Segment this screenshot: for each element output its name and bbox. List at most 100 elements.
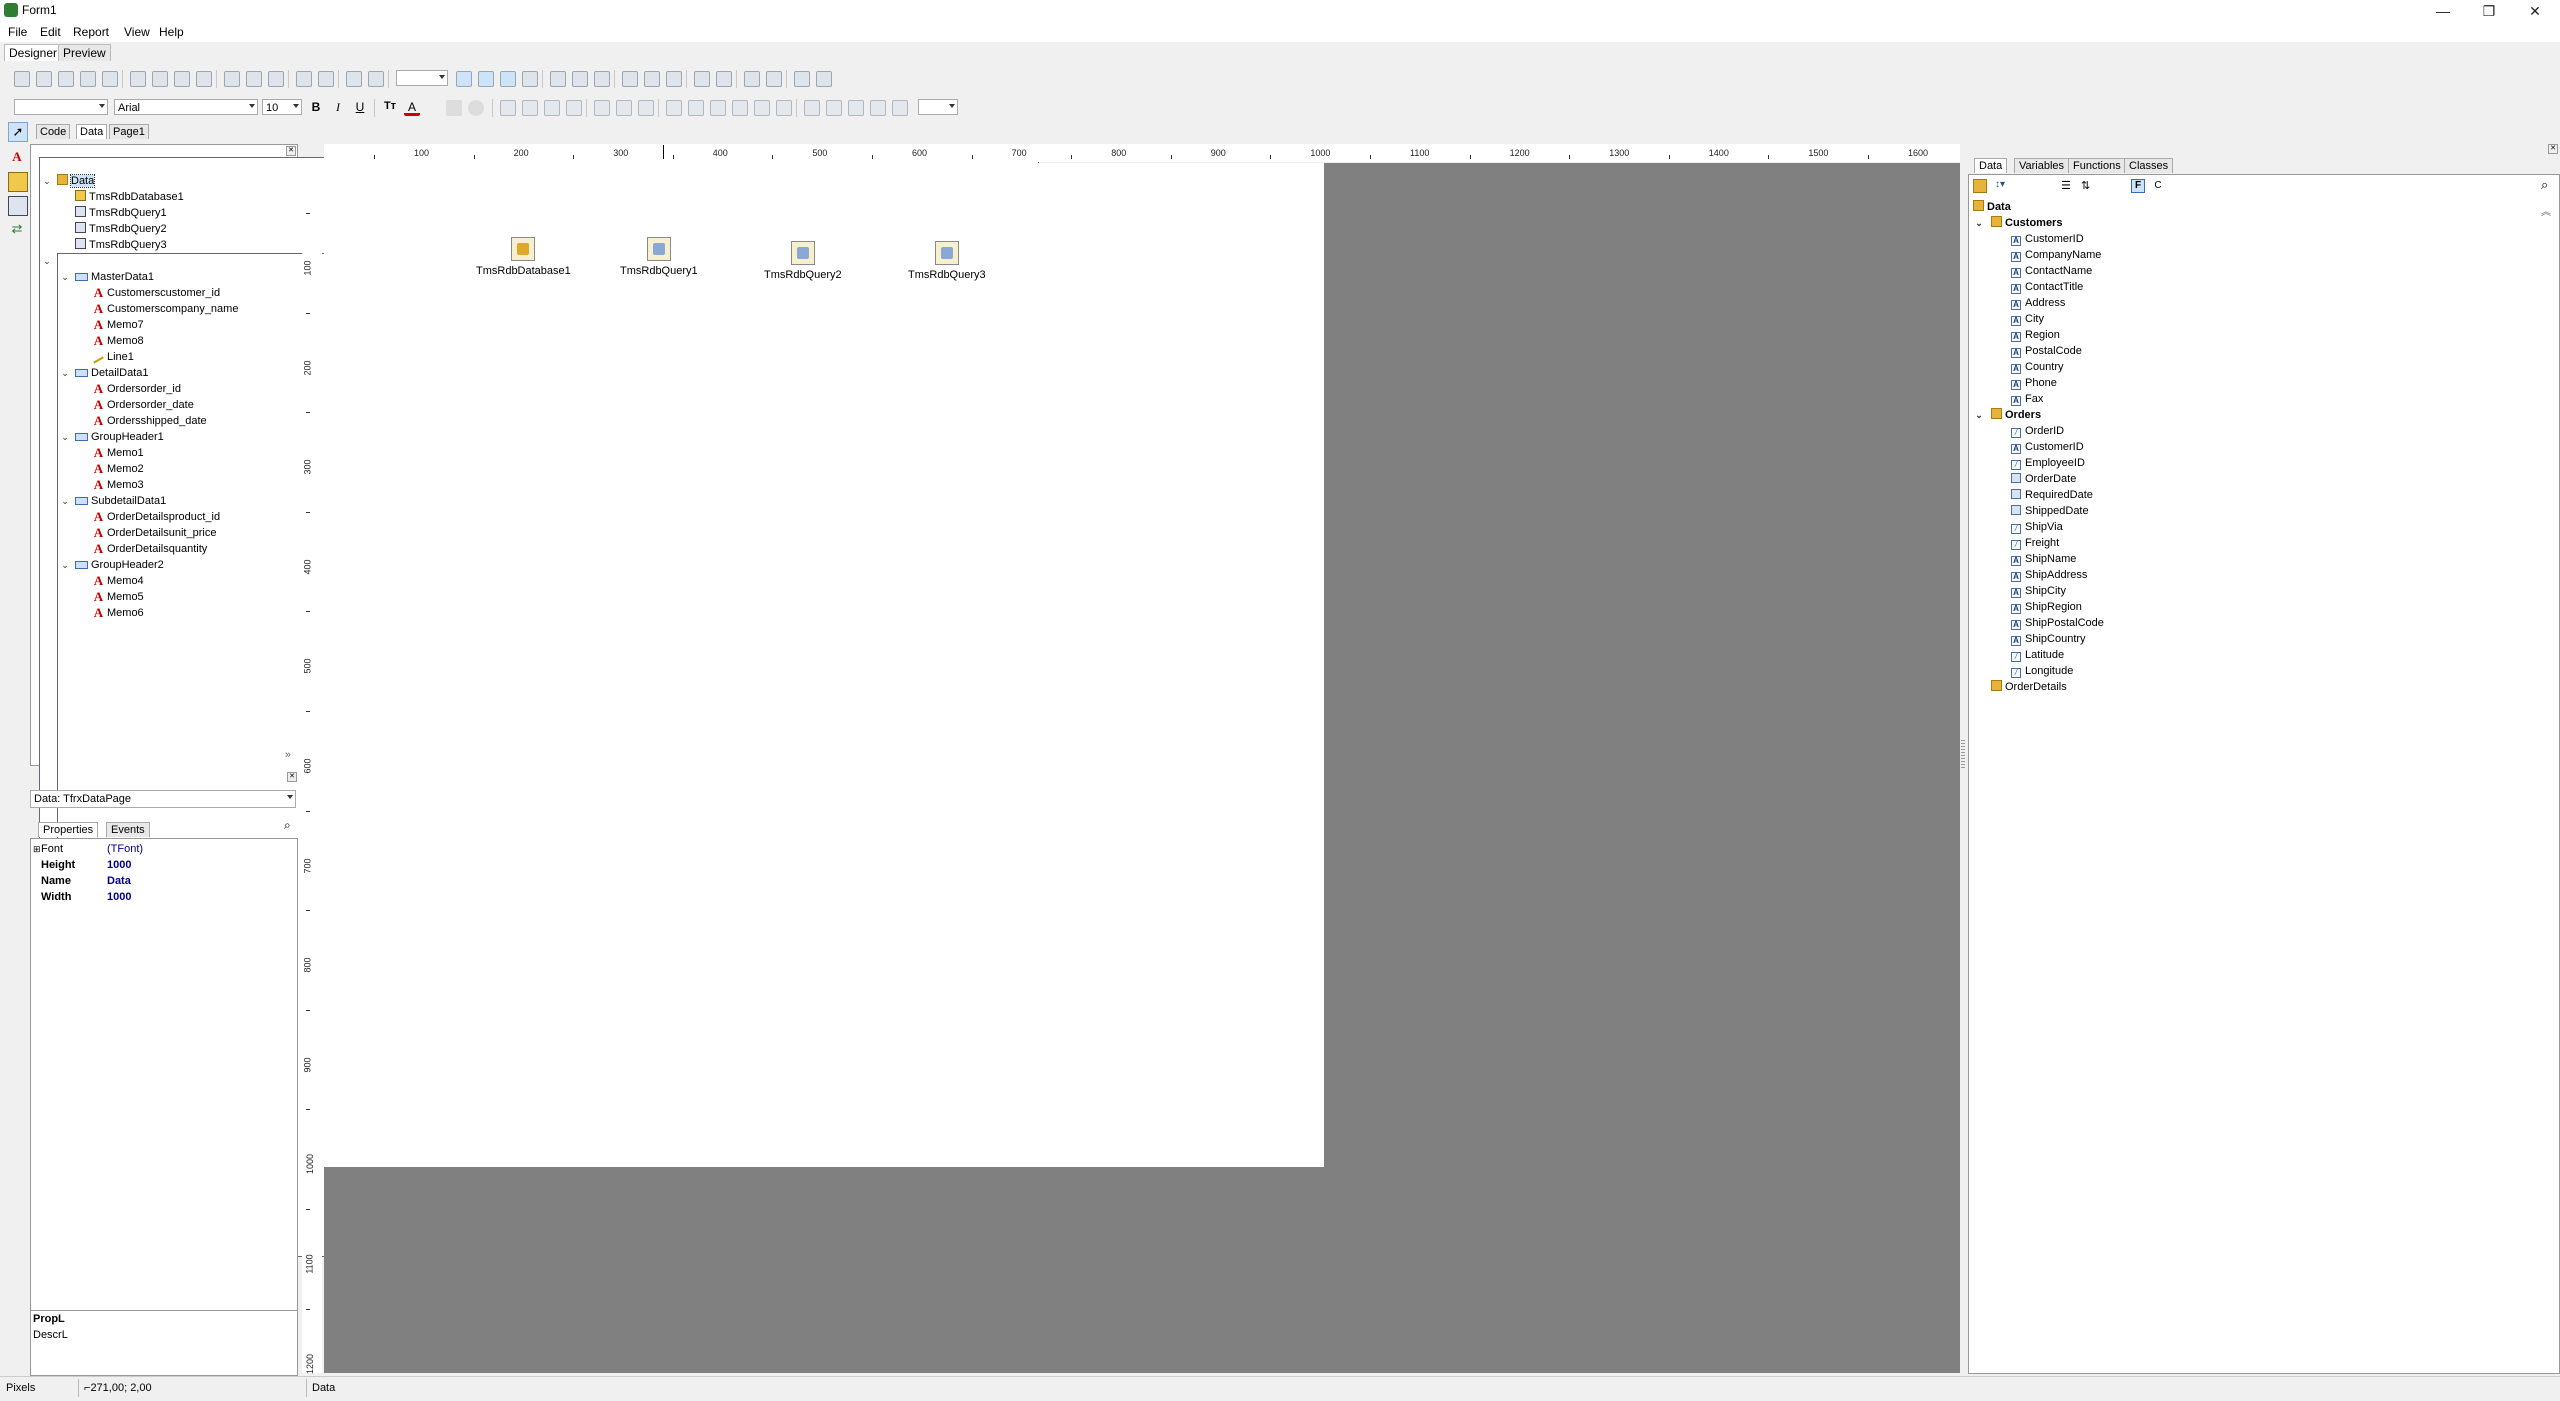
page-settings-icon[interactable] — [196, 71, 212, 87]
data-field[interactable]: / EmployeeID — [2011, 455, 2085, 471]
font-color-icon[interactable]: A — [404, 100, 420, 116]
tab-designer[interactable]: Designer — [4, 44, 63, 61]
tree-item[interactable]: A OrderDetailsproduct_id — [93, 509, 220, 525]
tree-item[interactable]: Report — [39, 157, 1039, 1161]
tree-item[interactable]: TmsRdbQuery3 — [75, 237, 167, 253]
tree-item[interactable]: A Customerscompany_name — [93, 301, 239, 317]
text-tool-icon[interactable]: A — [8, 148, 26, 166]
property-row[interactable]: Height 1000 — [31, 857, 293, 873]
tab-preview[interactable]: Preview — [58, 44, 111, 61]
undo-icon[interactable] — [296, 71, 312, 87]
tree-item[interactable]: A OrderDetailsunit_price — [93, 525, 217, 541]
shadow-icon[interactable] — [804, 100, 820, 116]
highlight-icon[interactable] — [446, 100, 462, 116]
data-field[interactable]: A ContactTitle — [2011, 279, 2083, 295]
sort-list-icon[interactable]: ⇅ — [2081, 179, 2095, 193]
tree-item[interactable]: A Memo8 — [93, 333, 144, 349]
expand-panel-icon[interactable]: » — [285, 749, 291, 761]
tree-item[interactable]: A OrderDetailsquantity — [93, 541, 207, 557]
property-row[interactable]: ⊞ Font (TFont) — [31, 841, 293, 857]
show-grid-icon[interactable] — [478, 71, 494, 87]
align-bottom-icon[interactable] — [666, 71, 682, 87]
frame-left-icon[interactable] — [710, 100, 726, 116]
tree-item[interactable]: ⌄ GroupHeader1 — [61, 429, 164, 445]
property-row[interactable]: Width 1000 — [31, 889, 293, 905]
data-field[interactable]: A Fax — [2011, 391, 2043, 407]
align-middle-icon[interactable] — [644, 71, 660, 87]
new-page-icon[interactable] — [130, 71, 146, 87]
frame-bottom-icon[interactable] — [688, 100, 704, 116]
data-field[interactable]: OrderDate — [2011, 471, 2076, 487]
splitter-grip[interactable] — [1961, 740, 1965, 770]
tree-item[interactable]: A Ordersorder_id — [93, 381, 181, 397]
property-value[interactable]: Data — [107, 873, 131, 889]
preview-icon[interactable] — [102, 71, 118, 87]
tree-item[interactable]: A Ordersshipped_date — [93, 413, 207, 429]
data-field[interactable]: A ContactName — [2011, 263, 2092, 279]
data-field[interactable]: A City — [2011, 311, 2044, 327]
data-field[interactable]: / Latitude — [2011, 647, 2064, 663]
tree-item[interactable]: ⌄ MasterData1 — [61, 269, 154, 285]
frame-top-icon[interactable] — [666, 100, 682, 116]
folder-icon[interactable] — [1973, 179, 1987, 193]
tab-page1[interactable]: Page1 — [109, 124, 149, 139]
data-field[interactable]: / Longitude — [2011, 663, 2073, 679]
underline-button[interactable]: U — [352, 100, 368, 116]
align-left-icon[interactable] — [550, 71, 566, 87]
list-icon[interactable]: ☰ — [2061, 179, 2075, 193]
frame-style-icon[interactable] — [870, 100, 886, 116]
space-vert-icon[interactable] — [716, 71, 732, 87]
frame-width-icon[interactable] — [892, 100, 908, 116]
tree-item[interactable]: A Memo6 — [93, 605, 144, 621]
data-group[interactable]: OrderDetails — [1991, 679, 2067, 695]
valign-center-icon[interactable] — [616, 100, 632, 116]
data-group[interactable]: ⌄ Customers — [1975, 215, 2062, 231]
fill-color-icon[interactable] — [826, 100, 842, 116]
style-combo[interactable] — [14, 99, 108, 115]
data-search-input[interactable] — [2349, 177, 2539, 193]
center-vert-icon[interactable] — [766, 71, 782, 87]
tree-item[interactable]: A Ordersorder_date — [93, 397, 194, 413]
tab-data-tree[interactable]: Data — [1974, 158, 2008, 173]
data-field[interactable]: ShippedDate — [2011, 503, 2089, 519]
property-value[interactable]: 1000 — [107, 889, 131, 905]
tree-item[interactable]: ⌄ GroupHeader2 — [61, 557, 164, 573]
minimize-button[interactable]: — — [2420, 0, 2466, 22]
tree-item[interactable]: ⌄Page1 — [43, 253, 1057, 1257]
data-field[interactable]: A ShipName — [2011, 551, 2076, 567]
expand-property-icon[interactable]: ⊞ — [33, 841, 41, 857]
close-button[interactable]: ✕ — [2512, 0, 2558, 22]
data-field[interactable]: A Region — [2011, 327, 2060, 343]
sort-icon[interactable]: ↕▾ — [1995, 179, 2025, 193]
tab-properties[interactable]: Properties — [38, 822, 99, 837]
restore-button[interactable]: ❐ — [2466, 0, 2512, 22]
data-field[interactable]: A ShipCity — [2011, 583, 2066, 599]
delete-page-icon[interactable] — [174, 71, 190, 87]
data-field[interactable]: A ShipRegion — [2011, 599, 2082, 615]
bold-button[interactable]: B — [308, 100, 324, 116]
select-tool-icon[interactable]: ➚ — [8, 122, 28, 142]
tab-data[interactable]: Data — [76, 124, 108, 139]
tab-functions[interactable]: Functions — [2068, 158, 2126, 173]
expand-toggle-icon[interactable]: ⌄ — [43, 257, 51, 266]
expand-toggle-icon[interactable]: ⌄ — [1975, 411, 1983, 420]
design-canvas[interactable]: TmsRdbDatabase1 TmsRdbQuery1 TmsRdbQuery… — [324, 163, 1960, 1373]
save-as-icon[interactable] — [80, 71, 96, 87]
copy-icon[interactable] — [246, 71, 262, 87]
tree-item[interactable]: Line1 — [93, 349, 134, 365]
tab-variables[interactable]: Variables — [2014, 158, 2070, 173]
component-tmsrdbquery2[interactable]: TmsRdbQuery2 — [764, 241, 842, 281]
italic-button[interactable]: I — [330, 100, 346, 116]
new-report-icon[interactable] — [14, 71, 30, 87]
valign-bottom-icon[interactable] — [638, 100, 654, 116]
data-field[interactable]: / Freight — [2011, 535, 2059, 551]
frame-width-combo[interactable] — [918, 99, 958, 115]
component-tmsrdbquery1[interactable]: TmsRdbQuery1 — [620, 237, 698, 277]
tree-item[interactable]: TmsRdbQuery2 — [75, 221, 167, 237]
align-right-icon[interactable] — [594, 71, 610, 87]
text-align-right-icon[interactable] — [544, 100, 560, 116]
collapse-all-icon[interactable]: ︽ — [2541, 203, 2551, 218]
expand-toggle-icon[interactable]: ⌄ — [61, 561, 69, 570]
align-top-icon[interactable] — [622, 71, 638, 87]
database-tool-icon[interactable] — [8, 172, 28, 192]
